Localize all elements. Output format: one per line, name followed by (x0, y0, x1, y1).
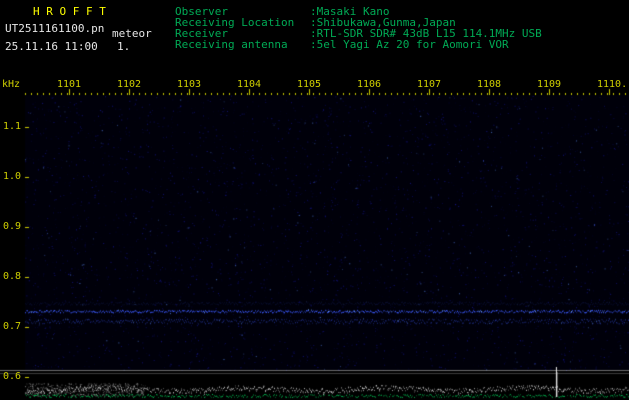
spectrogram-canvas (0, 0, 629, 400)
mode-label: meteor (112, 27, 152, 40)
x-tick-label: 1106 (357, 79, 382, 90)
x-tick-label: 1109 (537, 79, 562, 90)
x-tick-label: 1107 (417, 79, 442, 90)
receiving-antenna-label: Receiving antenna (175, 38, 288, 51)
hrofft-screen: H R O F F T UT2511161100.pn meteor 25.11… (0, 0, 629, 400)
datetime-label: 25.11.16 11:00 (5, 40, 98, 53)
app-title: H R O F F T (33, 5, 106, 18)
y-axis-unit: kHz (2, 79, 21, 90)
x-tick-label: 1102 (117, 79, 142, 90)
counter-label: 1. (117, 40, 131, 53)
x-tick-label: 1104 (237, 79, 262, 90)
x-tick-label: 1101 (57, 79, 82, 90)
y-tick-label: 0.9 (3, 221, 22, 232)
filename-label: UT2511161100.pn (5, 22, 105, 35)
y-tick-label: 0.7 (3, 321, 22, 332)
y-tick-label: 1.1 (3, 121, 22, 132)
x-tick-label: 1105 (297, 79, 322, 90)
x-tick-label: 1108 (477, 79, 502, 90)
y-tick-label: 1.0 (3, 171, 22, 182)
y-tick-label: 0.8 (3, 271, 22, 282)
y-tick-label: 0.6 (3, 371, 22, 382)
x-tick-label: 1103 (177, 79, 202, 90)
receiving-antenna-value: :5el Yagi Az 20 for Aomori VOR (310, 38, 509, 51)
x-tick-label: 1110. (597, 79, 628, 90)
